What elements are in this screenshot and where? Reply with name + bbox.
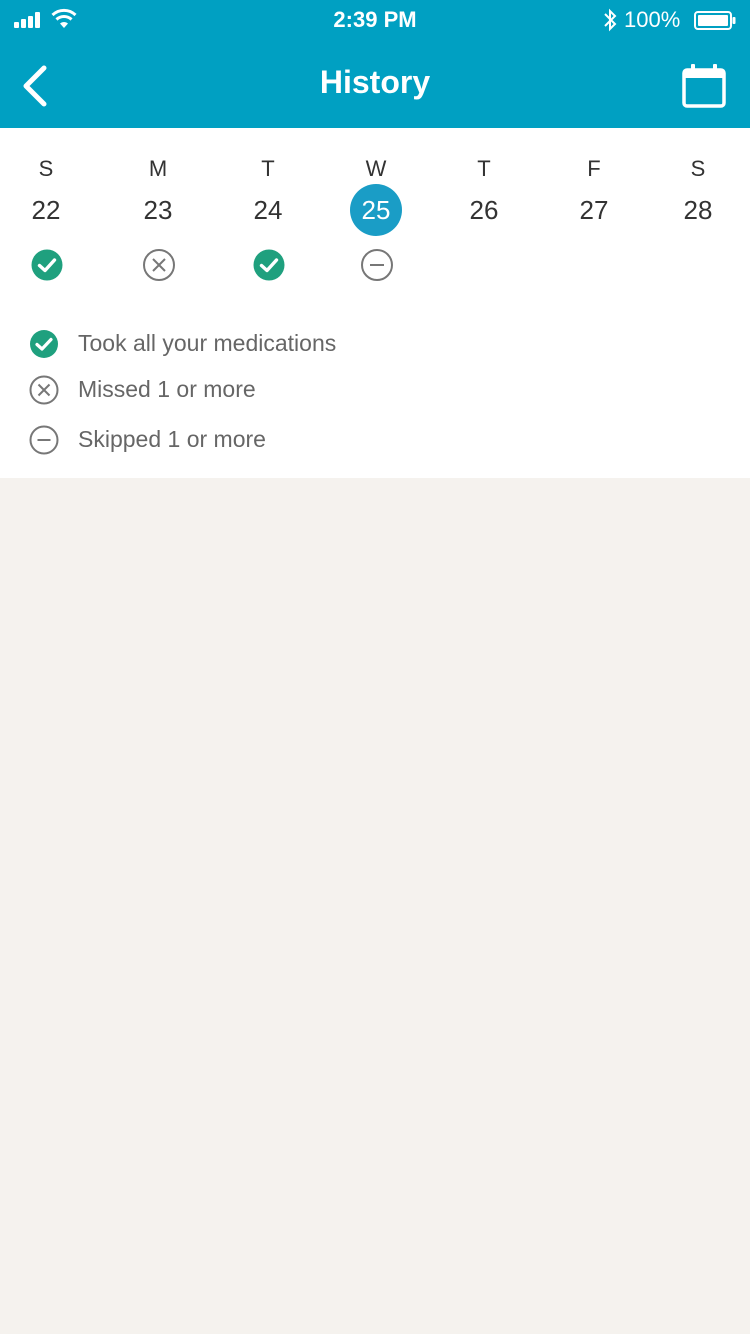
- status-bar: 2:39 PM 100%: [0, 0, 750, 40]
- day-of-week-label: S: [38, 156, 54, 181]
- bluetooth-icon: [604, 8, 617, 32]
- legend-skipped: Skipped 1 or more: [28, 424, 728, 458]
- day-27[interactable]: F 27: [544, 128, 644, 298]
- calendar-button[interactable]: [680, 62, 728, 110]
- date-number: 28: [683, 195, 713, 225]
- check-circle-icon: [253, 249, 285, 281]
- check-circle-icon: [31, 249, 63, 281]
- date-number: 24: [253, 195, 283, 225]
- selected-date: 25: [350, 184, 402, 236]
- battery-icon: [694, 11, 736, 30]
- x-circle-icon: [29, 375, 59, 405]
- day-of-week-label: S: [690, 156, 706, 181]
- page-title: History: [319, 64, 431, 100]
- day-28[interactable]: S 28: [648, 128, 748, 298]
- day-22[interactable]: S 22: [0, 128, 96, 298]
- legend-missed-label: Missed 1 or more: [78, 376, 256, 402]
- history-card: S 22 M 23 T 24 W 25 T 26 F 27 S 28 Took all your medi…: [0, 128, 750, 478]
- calendar-icon: [682, 64, 726, 108]
- minus-circle-icon: [29, 425, 59, 455]
- day-26[interactable]: T 26: [434, 128, 534, 298]
- day-25[interactable]: W 25: [326, 128, 426, 298]
- date-number: 22: [31, 195, 61, 225]
- legend-took-label: Took all your medications: [78, 330, 337, 356]
- day-24[interactable]: T 24: [218, 128, 318, 298]
- date-number: 27: [579, 195, 609, 225]
- date-number: 26: [469, 195, 499, 225]
- battery-percent: 100%: [624, 7, 681, 32]
- x-circle-icon: [143, 249, 175, 281]
- check-circle-icon: [30, 330, 58, 358]
- date-number: 23: [143, 195, 173, 225]
- day-23[interactable]: M 23: [108, 128, 208, 298]
- legend-took: Took all your medications: [28, 328, 728, 362]
- day-of-week-label: M: [148, 156, 168, 181]
- day-of-week-label: F: [587, 156, 601, 181]
- day-of-week-label: T: [261, 156, 275, 181]
- day-of-week-label: T: [477, 156, 491, 181]
- legend-missed: Missed 1 or more: [28, 374, 728, 408]
- minus-circle-icon: [361, 249, 393, 281]
- app-header: 2:39 PM 100% History: [0, 0, 750, 128]
- day-of-week-label: W: [365, 156, 387, 181]
- legend-skipped-label: Skipped 1 or more: [78, 426, 266, 452]
